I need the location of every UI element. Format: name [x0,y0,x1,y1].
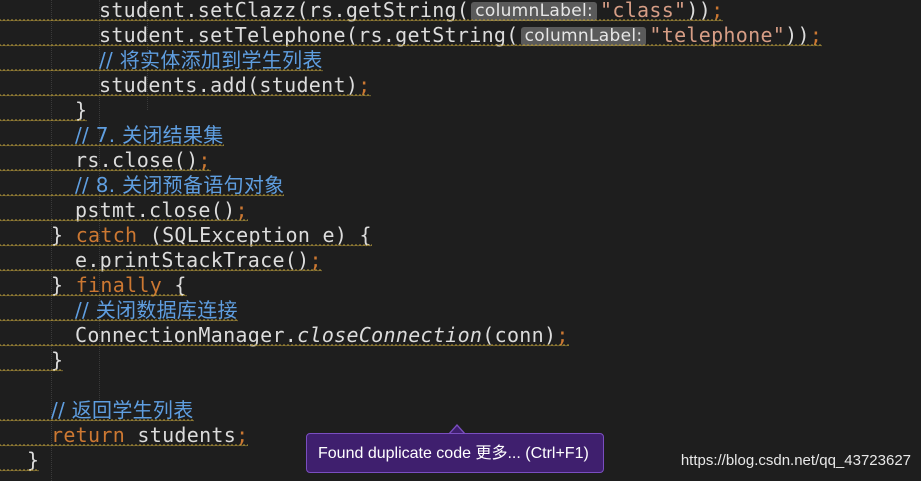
warning-squiggle [0,194,284,197]
warning-squiggle [0,294,187,297]
tooltip-shortcut: (Ctrl+F1) [525,445,589,462]
warning-squiggle [0,144,224,147]
warning-squiggle [0,19,723,22]
tooltip-more-link[interactable]: 更多... [475,445,520,462]
code-editor[interactable]: student.setClazz(rs.getString(columnLabe… [0,0,921,481]
warning-squiggle [0,244,372,247]
warning-squiggle [0,319,238,322]
warning-squiggle [0,44,822,47]
warning-squiggle [0,419,194,422]
watermark: https://blog.csdn.net/qq_43723627 [680,452,911,469]
tooltip-text: Found duplicate code [318,445,471,462]
duplicate-code-tooltip: Found duplicate code 更多... (Ctrl+F1) [306,433,604,473]
warning-squiggle [0,444,248,447]
warning-squiggle [0,344,569,347]
warning-squiggle [0,269,322,272]
warning-squiggle [0,169,211,172]
warning-squiggle [0,69,323,72]
warning-squiggle [0,469,39,472]
warning-squiggle [0,119,87,122]
warning-squiggle [0,219,248,222]
warning-squiggle [0,369,63,372]
warning-squiggle [0,94,371,97]
